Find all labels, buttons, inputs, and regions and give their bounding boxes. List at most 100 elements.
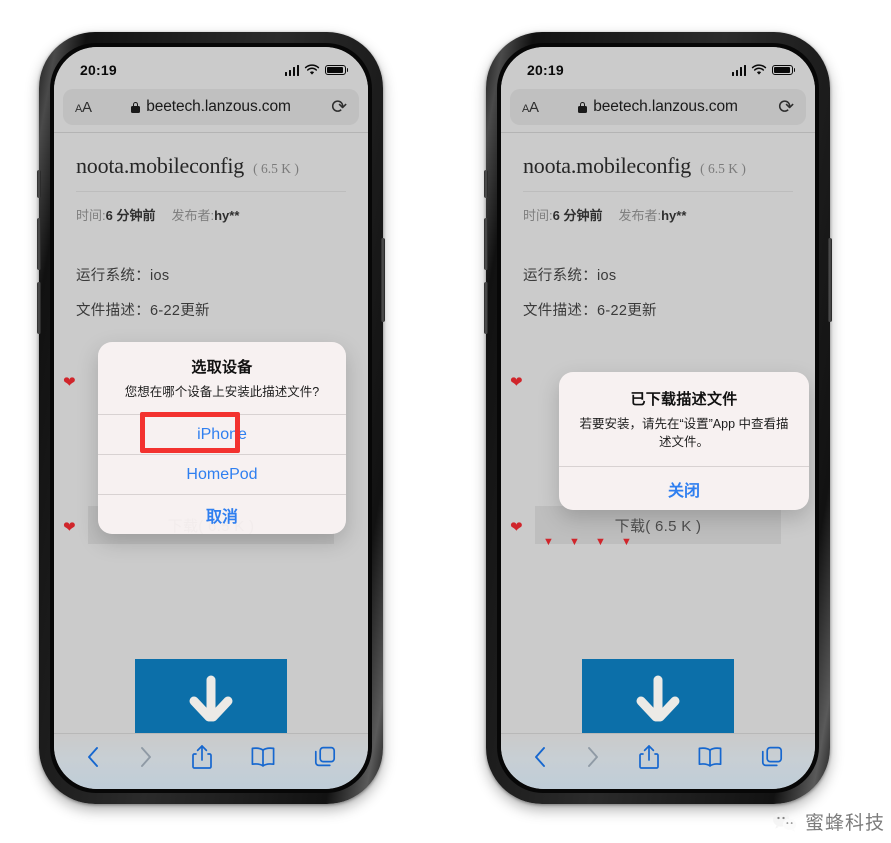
desc-row: 文件描述：6-22更新: [76, 299, 346, 320]
text-size-button[interactable]: AA: [75, 99, 92, 116]
phone-left: 20:19 AA beetech.lanzous.com ⟳ noota.mob…: [37, 32, 385, 804]
tabs-icon[interactable]: [313, 745, 337, 769]
dialog-close-button[interactable]: 关闭: [559, 466, 809, 510]
back-button[interactable]: [85, 745, 101, 769]
phone-bezel: 20:19 AA beetech.lanzous.com ⟳ noota.mob…: [497, 43, 819, 793]
file-size: ( 6.5 K ): [700, 161, 746, 176]
toolbar-divider: [501, 132, 815, 133]
desc-value: 6-22更新: [597, 303, 657, 319]
publisher-label: 发布者:: [171, 208, 215, 223]
status-bar: 20:19: [54, 47, 368, 87]
forward-button[interactable]: [585, 745, 601, 769]
tabs-icon[interactable]: [760, 745, 784, 769]
publisher-value: hy**: [214, 208, 240, 223]
time-field: 时间:6 分钟前: [76, 205, 155, 224]
reload-icon[interactable]: ⟳: [331, 98, 347, 117]
os-value: ios: [150, 268, 170, 284]
phone-screen: 20:19 AA beetech.lanzous.com ⟳ noota.mob…: [54, 47, 368, 789]
watermark: 蜜蜂科技: [772, 808, 885, 835]
lock-icon: [131, 101, 141, 113]
power-button[interactable]: [828, 238, 832, 322]
time-label: 时间:: [76, 208, 106, 223]
time-value: 6 分钟前: [105, 208, 156, 223]
back-button[interactable]: [532, 745, 548, 769]
share-icon[interactable]: [638, 744, 660, 770]
bookmarks-icon[interactable]: [697, 746, 723, 768]
address-bar[interactable]: AA beetech.lanzous.com ⟳: [510, 89, 806, 125]
cellular-bars-icon: [284, 64, 299, 76]
download-banner[interactable]: [582, 659, 734, 733]
heart-icon: ❤: [510, 519, 523, 536]
phone-right: 20:19 AA beetech.lanzous.com ⟳ noota.mob…: [484, 32, 832, 804]
download-button[interactable]: 下载( 6.5 K ): [535, 506, 781, 544]
file-meta: 时间:6 分钟前 发布者:hy**: [523, 205, 793, 224]
download-banner[interactable]: [135, 659, 287, 733]
url-center: beetech.lanzous.com: [63, 98, 359, 116]
text-size-button[interactable]: AA: [522, 99, 539, 116]
safari-toolbar-left: [54, 733, 368, 789]
toolbar-divider: [54, 132, 368, 133]
dialog-option-homepod[interactable]: HomePod: [98, 454, 346, 494]
address-bar[interactable]: AA beetech.lanzous.com ⟳: [63, 89, 359, 125]
phone-bezel: 20:19 AA beetech.lanzous.com ⟳ noota.mob…: [50, 43, 372, 793]
time-field: 时间:6 分钟前: [523, 205, 602, 224]
status-time: 20:19: [527, 62, 564, 78]
publisher-label: 发布者:: [618, 208, 662, 223]
reload-icon[interactable]: ⟳: [778, 98, 794, 117]
cellular-bars-icon: [731, 64, 746, 76]
desc-row: 文件描述：6-22更新: [523, 299, 793, 320]
volume-up-button[interactable]: [37, 218, 41, 270]
status-time: 20:19: [80, 62, 117, 78]
volume-down-button[interactable]: [37, 282, 41, 334]
bookmarks-icon[interactable]: [250, 746, 276, 768]
mute-switch[interactable]: [37, 170, 41, 198]
aa-small: A: [522, 102, 530, 115]
battery-icon: [772, 64, 796, 76]
dialog-option-iphone[interactable]: iPhone: [98, 414, 346, 454]
file-title-row: noota.mobileconfig ( 6.5 K ): [523, 153, 793, 192]
dialog-message: 若要安装，请先在“设置”App 中查看描述文件。: [579, 417, 789, 450]
publisher-value: hy**: [661, 208, 687, 223]
os-row: 运行系统：ios: [76, 264, 346, 285]
os-label: 运行系统：: [76, 268, 150, 284]
profile-downloaded-dialog: 已下载描述文件 若要安装，请先在“设置”App 中查看描述文件。 关闭: [559, 372, 809, 511]
choose-device-dialog: 选取设备 您想在哪个设备上安装此描述文件? iPhone HomePod 取消: [98, 342, 346, 535]
page-content: noota.mobileconfig ( 6.5 K ) 时间:6 分钟前 发布…: [54, 125, 368, 320]
heart-icon: ❤: [63, 374, 76, 391]
wifi-icon: [304, 64, 320, 75]
download-arrow-icon: [189, 675, 233, 722]
os-label: 运行系统：: [523, 268, 597, 284]
heart-icon: ❤: [510, 374, 523, 391]
watermark-text: 蜜蜂科技: [804, 812, 885, 834]
volume-up-button[interactable]: [484, 218, 488, 270]
lock-icon: [578, 101, 588, 113]
os-value: ios: [597, 268, 617, 284]
safari-toolbar-right: [501, 733, 815, 789]
file-name: noota.mobileconfig: [76, 153, 245, 178]
dialog-header: 已下载描述文件 若要安装，请先在“设置”App 中查看描述文件。: [559, 372, 809, 466]
volume-down-button[interactable]: [484, 282, 488, 334]
publisher-field: 发布者:hy**: [171, 205, 239, 224]
url-bar-container: AA beetech.lanzous.com ⟳: [501, 87, 815, 132]
forward-button[interactable]: [138, 745, 154, 769]
power-button[interactable]: [381, 238, 385, 322]
file-details: 运行系统：ios 文件描述：6-22更新: [76, 264, 346, 320]
share-icon[interactable]: [191, 744, 213, 770]
url-text: beetech.lanzous.com: [593, 98, 738, 115]
time-value: 6 分钟前: [552, 208, 603, 223]
publisher-field: 发布者:hy**: [618, 205, 686, 224]
file-meta: 时间:6 分钟前 发布者:hy**: [76, 205, 346, 224]
desc-label: 文件描述：: [76, 303, 150, 319]
desc-value: 6-22更新: [150, 303, 210, 319]
status-bar: 20:19: [501, 47, 815, 87]
dialog-cancel-button[interactable]: 取消: [98, 494, 346, 534]
screenshot-stage: 20:19 AA beetech.lanzous.com ⟳ noota.mob…: [0, 0, 891, 843]
mute-switch[interactable]: [484, 170, 488, 198]
os-row: 运行系统：ios: [523, 264, 793, 285]
file-title-row: noota.mobileconfig ( 6.5 K ): [76, 153, 346, 192]
url-text: beetech.lanzous.com: [146, 98, 291, 115]
status-icons: [731, 64, 796, 76]
wechat-icon: [773, 812, 797, 832]
dialog-title: 已下载描述文件: [630, 391, 738, 408]
aa-large: A: [82, 98, 92, 116]
